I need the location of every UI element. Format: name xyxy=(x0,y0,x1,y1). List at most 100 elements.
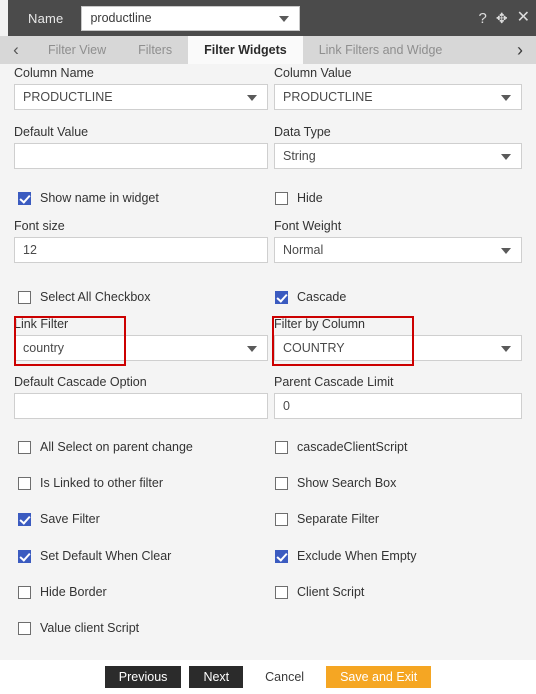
titlebar-actions: ? ✥ ✕ xyxy=(479,0,532,36)
checkbox-box xyxy=(18,191,31,205)
previous-button[interactable]: Previous xyxy=(104,666,182,688)
checkbox-label: Show Search Box xyxy=(297,476,397,490)
default-value-input[interactable] xyxy=(14,143,268,169)
checkbox-label: Exclude When Empty xyxy=(297,549,417,563)
tabs-scroll-right-icon[interactable]: › xyxy=(504,36,536,64)
save-and-exit-button[interactable]: Save and Exit xyxy=(326,666,432,688)
checkbox-label: Show name in widget xyxy=(40,191,159,205)
link-filter-select[interactable]: country xyxy=(14,335,268,361)
tab-link-filters-and-widgets[interactable]: Link Filters and Widge xyxy=(303,36,459,64)
checkbox-box xyxy=(275,191,288,205)
parent-cascade-limit-input[interactable]: 0 xyxy=(274,393,522,419)
checkbox-value-client-script[interactable]: Value client Script xyxy=(18,621,139,635)
help-icon[interactable]: ? xyxy=(479,11,487,26)
close-icon[interactable]: ✕ xyxy=(517,10,530,26)
default-cascade-option-input[interactable] xyxy=(14,393,268,419)
checkbox-cascade-client-script[interactable]: cascadeClientScript xyxy=(275,440,407,454)
field-default-cascade-option: Default Cascade Option xyxy=(14,375,268,419)
field-column-value: Column Value PRODUCTLINE xyxy=(274,66,522,110)
checkbox-label: cascadeClientScript xyxy=(297,440,408,454)
checkbox-save-filter[interactable]: Save Filter xyxy=(18,512,100,526)
checkbox-label: Cascade xyxy=(297,290,347,304)
link-filter-value: country xyxy=(23,341,64,355)
checkbox-box xyxy=(275,549,288,563)
tab-strip: ‹ Filter View Filters Filter Widgets Lin… xyxy=(0,36,536,64)
checkbox-exclude-when-empty[interactable]: Exclude When Empty xyxy=(275,549,417,563)
font-size-input[interactable]: 12 xyxy=(14,237,268,263)
next-button[interactable]: Next xyxy=(189,666,244,688)
filter-by-column-select[interactable]: COUNTRY xyxy=(274,335,522,361)
checkbox-label: Set Default When Clear xyxy=(40,549,172,563)
field-parent-cascade-limit: Parent Cascade Limit 0 xyxy=(274,375,522,419)
font-weight-value: Normal xyxy=(283,243,324,257)
checkbox-show-name-in-widget[interactable]: Show name in widget xyxy=(18,191,159,205)
checkbox-box xyxy=(275,290,288,304)
checkbox-label: Select All Checkbox xyxy=(40,290,151,304)
column-value-label: Column Value xyxy=(274,66,352,80)
checkbox-box xyxy=(18,476,31,490)
cancel-button[interactable]: Cancel xyxy=(251,666,319,688)
checkbox-hide-border[interactable]: Hide Border xyxy=(18,585,107,599)
font-weight-label: Font Weight xyxy=(274,219,342,233)
checkbox-cascade[interactable]: Cascade xyxy=(275,290,346,304)
checkbox-label: Hide Border xyxy=(40,585,107,599)
name-select[interactable]: productline xyxy=(81,5,301,31)
tab-filter-view[interactable]: Filter View xyxy=(32,36,122,64)
chevron-down-icon xyxy=(247,346,257,352)
chevron-down-icon xyxy=(501,95,511,101)
name-select-value: productline xyxy=(90,11,152,25)
checkbox-label: Value client Script xyxy=(40,621,140,635)
checkbox-box xyxy=(275,476,288,490)
link-filter-label: Link Filter xyxy=(14,317,69,331)
column-value-select[interactable]: PRODUCTLINE xyxy=(274,84,522,110)
field-font-size: Font size 12 xyxy=(14,219,268,263)
checkbox-box xyxy=(18,440,31,454)
filter-widgets-form: Column Name PRODUCTLINE Column Value PRO… xyxy=(0,64,536,660)
checkbox-box xyxy=(18,290,31,304)
column-name-value: PRODUCTLINE xyxy=(23,90,113,104)
checkbox-label: All Select on parent change xyxy=(40,440,193,454)
default-value-label: Default Value xyxy=(14,125,89,139)
column-name-select[interactable]: PRODUCTLINE xyxy=(14,84,268,110)
parent-cascade-limit-value: 0 xyxy=(283,399,290,413)
checkbox-box xyxy=(18,585,31,599)
checkbox-show-search-box[interactable]: Show Search Box xyxy=(275,476,396,490)
checkbox-box xyxy=(18,512,31,526)
chevron-down-icon xyxy=(501,154,511,160)
checkbox-box xyxy=(275,512,288,526)
column-name-label: Column Name xyxy=(14,66,94,80)
chevron-down-icon xyxy=(279,16,290,22)
data-type-label: Data Type xyxy=(274,125,331,139)
titlebar-left-gutter xyxy=(0,0,8,36)
checkbox-hide[interactable]: Hide xyxy=(275,191,323,205)
chevron-down-icon xyxy=(501,248,511,254)
field-data-type: Data Type String xyxy=(274,125,522,169)
checkbox-label: Hide xyxy=(297,191,323,205)
tab-filters[interactable]: Filters xyxy=(122,36,188,64)
tab-filter-widgets[interactable]: Filter Widgets xyxy=(188,36,303,64)
checkbox-client-script[interactable]: Client Script xyxy=(275,585,364,599)
data-type-select[interactable]: String xyxy=(274,143,522,169)
checkbox-is-linked-to-other-filter[interactable]: Is Linked to other filter xyxy=(18,476,163,490)
field-link-filter: Link Filter country xyxy=(14,317,268,361)
checkbox-set-default-when-clear[interactable]: Set Default When Clear xyxy=(18,549,171,563)
checkbox-all-select-on-parent-change[interactable]: All Select on parent change xyxy=(18,440,193,454)
font-weight-select[interactable]: Normal xyxy=(274,237,522,263)
chevron-down-icon xyxy=(501,346,511,352)
column-value-value: PRODUCTLINE xyxy=(283,90,373,104)
checkbox-separate-filter[interactable]: Separate Filter xyxy=(275,512,379,526)
tabs-scroll-left-icon[interactable]: ‹ xyxy=(0,36,32,64)
name-label: Name xyxy=(28,10,64,26)
filter-by-column-label: Filter by Column xyxy=(274,317,365,331)
chevron-down-icon xyxy=(247,95,257,101)
parent-cascade-limit-label: Parent Cascade Limit xyxy=(274,375,394,389)
checkbox-label: Separate Filter xyxy=(297,512,379,526)
default-cascade-option-label: Default Cascade Option xyxy=(14,375,147,389)
font-size-value: 12 xyxy=(23,243,37,257)
checkbox-box xyxy=(18,621,31,635)
dialog-titlebar: Name productline ? ✥ ✕ xyxy=(0,0,536,36)
checkbox-select-all-checkbox[interactable]: Select All Checkbox xyxy=(18,290,150,304)
move-arrows-icon[interactable]: ✥ xyxy=(496,11,508,25)
field-column-name: Column Name PRODUCTLINE xyxy=(14,66,268,110)
checkbox-box xyxy=(275,440,288,454)
